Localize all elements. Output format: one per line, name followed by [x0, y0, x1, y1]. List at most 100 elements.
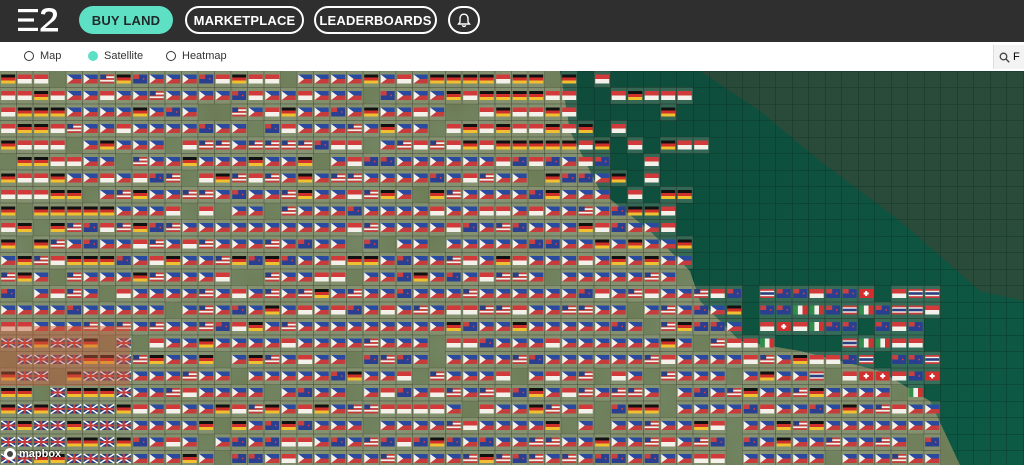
land-tile-philippines[interactable] — [676, 367, 694, 385]
land-tile-usa[interactable] — [643, 268, 661, 286]
land-tile-usa[interactable] — [263, 268, 281, 286]
land-tile-uk[interactable] — [98, 450, 116, 465]
land-tile-philippines[interactable] — [626, 367, 644, 385]
layer-option-map[interactable]: Map — [24, 50, 61, 62]
radio-button[interactable] — [88, 51, 98, 61]
land-tile-italy[interactable] — [758, 334, 776, 352]
land-tile-philippines[interactable] — [626, 334, 644, 352]
land-tile-philippines[interactable] — [131, 120, 149, 138]
land-tile-germany[interactable] — [643, 400, 661, 418]
land-tile-philippines[interactable] — [577, 186, 595, 204]
land-tile-new-zealand[interactable] — [230, 433, 248, 451]
land-tile-philippines[interactable] — [544, 301, 562, 319]
land-tile-indonesia[interactable] — [49, 285, 67, 303]
land-tile-indonesia[interactable] — [511, 301, 529, 319]
land-tile-indonesia[interactable] — [478, 400, 496, 418]
land-tile-indonesia[interactable] — [923, 301, 941, 319]
land-tile-germany[interactable] — [214, 169, 232, 187]
land-tile-usa[interactable] — [247, 400, 265, 418]
land-tile-germany[interactable] — [0, 202, 17, 220]
land-tile-philippines[interactable] — [329, 87, 347, 105]
land-tile-philippines[interactable] — [758, 384, 776, 402]
land-tile-germany[interactable] — [32, 235, 50, 253]
land-tile-philippines[interactable] — [362, 120, 380, 138]
land-tile-philippines[interactable] — [148, 301, 166, 319]
land-tile-usa[interactable] — [197, 235, 215, 253]
land-tile-philippines[interactable] — [230, 351, 248, 369]
land-tile-philippines[interactable] — [362, 384, 380, 402]
land-tile-germany[interactable] — [16, 384, 34, 402]
land-tile-philippines[interactable] — [395, 334, 413, 352]
land-tile-new-zealand[interactable] — [692, 384, 710, 402]
land-tile-thailand[interactable] — [923, 351, 941, 369]
land-tile-philippines[interactable] — [379, 268, 397, 286]
land-tile-indonesia[interactable] — [32, 136, 50, 154]
land-tile-usa[interactable] — [263, 351, 281, 369]
land-tile-usa[interactable] — [214, 136, 232, 154]
land-tile-germany[interactable] — [181, 450, 199, 465]
land-tile-germany[interactable] — [527, 87, 545, 105]
land-tile-indonesia[interactable] — [676, 136, 694, 154]
land-tile-philippines[interactable] — [428, 103, 446, 121]
land-tile-philippines[interactable] — [131, 417, 149, 435]
land-tile-philippines[interactable] — [214, 367, 232, 385]
land-tile-philippines[interactable] — [164, 235, 182, 253]
land-tile-new-zealand[interactable] — [346, 301, 364, 319]
land-tile-philippines[interactable] — [346, 417, 364, 435]
land-tile-philippines[interactable] — [527, 334, 545, 352]
land-tile-philippines[interactable] — [148, 450, 166, 465]
land-tile-philippines[interactable] — [313, 235, 331, 253]
land-tile-philippines[interactable] — [329, 235, 347, 253]
land-tile-indonesia[interactable] — [709, 417, 727, 435]
land-tile-philippines[interactable] — [560, 153, 578, 171]
land-tile-new-zealand[interactable] — [197, 71, 215, 88]
land-tile-usa[interactable] — [511, 351, 529, 369]
land-tile-new-zealand[interactable] — [907, 351, 925, 369]
land-tile-usa[interactable] — [362, 433, 380, 451]
land-tile-indonesia[interactable] — [643, 153, 661, 171]
land-tile-uk[interactable] — [98, 417, 116, 435]
land-tile-new-zealand[interactable] — [428, 169, 446, 187]
land-tile-germany[interactable] — [808, 417, 826, 435]
land-tile-indonesia[interactable] — [610, 367, 628, 385]
land-tile-philippines[interactable] — [560, 235, 578, 253]
land-tile-germany[interactable] — [577, 120, 595, 138]
land-tile-philippines[interactable] — [181, 87, 199, 105]
land-tile-philippines[interactable] — [296, 103, 314, 121]
land-tile-philippines[interactable] — [362, 318, 380, 336]
land-tile-indonesia[interactable] — [32, 169, 50, 187]
land-tile-philippines[interactable] — [131, 202, 149, 220]
land-tile-philippines[interactable] — [280, 384, 298, 402]
land-tile-philippines[interactable] — [313, 87, 331, 105]
land-tile-germany[interactable] — [544, 120, 562, 138]
land-tile-indonesia[interactable] — [98, 169, 116, 187]
land-tile-new-zealand[interactable] — [478, 433, 496, 451]
land-tile-uk[interactable] — [82, 400, 100, 418]
land-tile-indonesia[interactable] — [890, 285, 908, 303]
land-tile-philippines[interactable] — [181, 318, 199, 336]
land-tile-uk[interactable] — [115, 384, 133, 402]
land-tile-germany[interactable] — [346, 252, 364, 270]
land-tile-usa[interactable] — [527, 433, 545, 451]
land-tile-indonesia[interactable] — [511, 252, 529, 270]
land-tile-germany[interactable] — [230, 71, 248, 88]
land-tile-philippines[interactable] — [412, 417, 430, 435]
land-tile-usa[interactable] — [148, 318, 166, 336]
land-tile-germany[interactable] — [593, 433, 611, 451]
land-tile-philippines[interactable] — [82, 87, 100, 105]
land-tile-usa[interactable] — [280, 186, 298, 204]
land-tile-philippines[interactable] — [494, 186, 512, 204]
land-tile-philippines[interactable] — [412, 120, 430, 138]
land-tile-philippines[interactable] — [560, 351, 578, 369]
land-tile-indonesia[interactable] — [412, 400, 430, 418]
land-tile-philippines[interactable] — [478, 285, 496, 303]
land-tile-indonesia[interactable] — [329, 136, 347, 154]
land-tile-philippines[interactable] — [659, 235, 677, 253]
land-tile-indonesia[interactable] — [560, 120, 578, 138]
land-tile-switzerland[interactable] — [857, 367, 875, 385]
land-tile-indonesia[interactable] — [725, 334, 743, 352]
land-tile-philippines[interactable] — [214, 219, 232, 237]
land-tile-indonesia[interactable] — [610, 120, 628, 138]
land-tile-indonesia[interactable] — [907, 334, 925, 352]
land-map[interactable]: mapbox — [0, 71, 1024, 465]
